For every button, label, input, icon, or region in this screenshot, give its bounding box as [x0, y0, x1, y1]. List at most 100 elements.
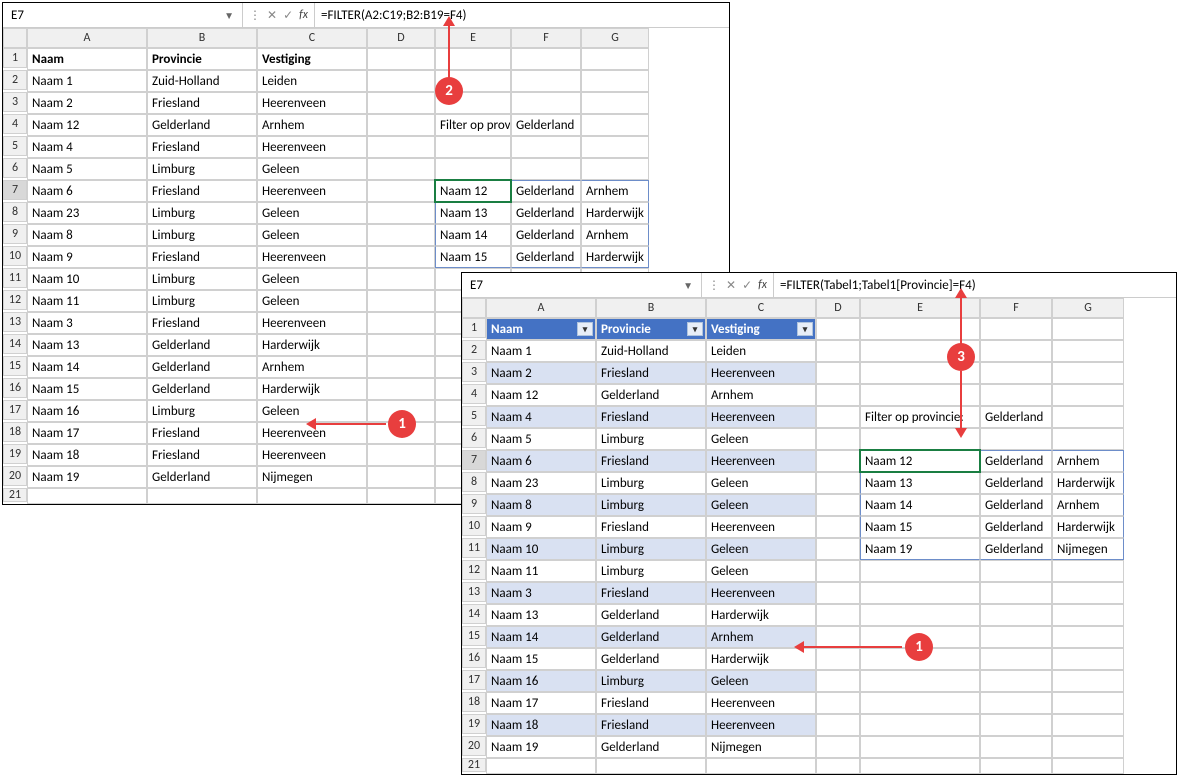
spreadsheet-grid[interactable]: ABCDEFG1Naam▾Provincie▾Vestiging▾2Naam 1…: [462, 298, 1176, 774]
row-header[interactable]: 11: [462, 538, 486, 558]
cell[interactable]: [435, 136, 511, 158]
cell[interactable]: Geleen: [706, 494, 816, 516]
cell[interactable]: [980, 560, 1052, 582]
cell[interactable]: Naam 1: [27, 70, 147, 92]
cell[interactable]: [980, 318, 1052, 340]
cell[interactable]: Gelderland: [511, 180, 581, 202]
cell[interactable]: Gelderland: [511, 202, 581, 224]
chevron-down-icon[interactable]: ▼: [683, 279, 693, 292]
cell[interactable]: Naam 17: [27, 422, 147, 444]
cell[interactable]: [816, 428, 860, 450]
cell[interactable]: Limburg: [147, 400, 257, 422]
column-header[interactable]: C: [257, 28, 367, 48]
cell[interactable]: Leiden: [257, 70, 367, 92]
cell[interactable]: Naam 10: [27, 268, 147, 290]
cell[interactable]: [816, 450, 860, 472]
cell[interactable]: Harderwijk: [1052, 516, 1124, 538]
cell[interactable]: Harderwijk: [706, 604, 816, 626]
column-header[interactable]: B: [147, 28, 257, 48]
cell[interactable]: Gelderland: [596, 736, 706, 758]
cell[interactable]: [367, 224, 435, 246]
cell[interactable]: Heerenveen: [257, 92, 367, 114]
cell[interactable]: Nijmegen: [257, 466, 367, 488]
cell[interactable]: Heerenveen: [706, 582, 816, 604]
cell[interactable]: Naam 6: [27, 180, 147, 202]
cell[interactable]: [581, 114, 649, 136]
cell[interactable]: Gelderland: [980, 516, 1052, 538]
cell[interactable]: Naam 8: [27, 224, 147, 246]
row-header[interactable]: 3: [462, 362, 486, 382]
cell[interactable]: Geleen: [706, 560, 816, 582]
row-header[interactable]: 21: [462, 758, 486, 772]
table-header[interactable]: Naam▾: [486, 318, 596, 340]
column-header[interactable]: F: [511, 28, 581, 48]
row-header[interactable]: 12: [462, 560, 486, 580]
fx-icon[interactable]: fx: [758, 278, 767, 292]
cell[interactable]: [980, 340, 1052, 362]
cell[interactable]: Naam 16: [27, 400, 147, 422]
row-header[interactable]: 11: [3, 268, 27, 288]
cell[interactable]: Friesland: [596, 450, 706, 472]
cell[interactable]: Zuid-Holland: [596, 340, 706, 362]
row-header[interactable]: 19: [462, 714, 486, 734]
row-header[interactable]: 15: [3, 356, 27, 376]
cell[interactable]: Geleen: [257, 224, 367, 246]
cell[interactable]: Gelderland: [596, 384, 706, 406]
row-header[interactable]: 10: [462, 516, 486, 536]
cell[interactable]: [1052, 626, 1124, 648]
cell[interactable]: Friesland: [147, 136, 257, 158]
cell[interactable]: [860, 758, 980, 774]
cell[interactable]: Geleen: [257, 158, 367, 180]
cell[interactable]: Gelderland: [511, 224, 581, 246]
cell[interactable]: Naam 4: [486, 406, 596, 428]
cell[interactable]: Limburg: [596, 428, 706, 450]
cell[interactable]: Naam 13: [435, 202, 511, 224]
cell[interactable]: Filter op provincie:: [860, 406, 980, 428]
row-header[interactable]: 12: [3, 290, 27, 310]
cell[interactable]: Naam 18: [27, 444, 147, 466]
row-header[interactable]: 6: [462, 428, 486, 448]
cell[interactable]: Gelderland: [596, 604, 706, 626]
row-header[interactable]: 20: [462, 736, 486, 756]
cell[interactable]: [860, 384, 980, 406]
cell[interactable]: [1052, 604, 1124, 626]
name-box[interactable]: E7 ▼: [462, 273, 702, 297]
cell[interactable]: [816, 692, 860, 714]
cell[interactable]: [706, 758, 816, 774]
cell[interactable]: Naam 14: [27, 356, 147, 378]
cell[interactable]: Limburg: [596, 538, 706, 560]
cell[interactable]: Limburg: [596, 560, 706, 582]
cell[interactable]: Nijmegen: [1052, 538, 1124, 560]
cell[interactable]: Heerenveen: [257, 246, 367, 268]
chevron-down-icon[interactable]: ▼: [224, 9, 234, 22]
row-header[interactable]: 2: [3, 70, 27, 90]
cell[interactable]: Heerenveen: [706, 516, 816, 538]
cell[interactable]: Heerenveen: [257, 444, 367, 466]
cell[interactable]: Heerenveen: [706, 714, 816, 736]
row-header[interactable]: 21: [3, 488, 27, 502]
cell[interactable]: [816, 560, 860, 582]
cell[interactable]: Harderwijk: [581, 202, 649, 224]
row-header[interactable]: 4: [462, 384, 486, 404]
cell[interactable]: [367, 180, 435, 202]
column-header[interactable]: D: [816, 298, 860, 318]
cell[interactable]: [816, 340, 860, 362]
cell[interactable]: [980, 626, 1052, 648]
cell[interactable]: [581, 92, 649, 114]
cell[interactable]: [860, 582, 980, 604]
cell[interactable]: [980, 384, 1052, 406]
cell[interactable]: Vestiging: [257, 48, 367, 70]
cell[interactable]: [511, 70, 581, 92]
cell[interactable]: [367, 466, 435, 488]
cell[interactable]: Friesland: [596, 582, 706, 604]
cell[interactable]: Naam 19: [27, 466, 147, 488]
row-header[interactable]: 13: [3, 312, 27, 332]
cell[interactable]: [581, 136, 649, 158]
cell[interactable]: Zuid-Holland: [147, 70, 257, 92]
filter-dropdown-icon[interactable]: ▾: [687, 322, 703, 336]
row-header[interactable]: 8: [462, 472, 486, 492]
cell[interactable]: [596, 758, 706, 774]
cell[interactable]: Naam 14: [860, 494, 980, 516]
row-header[interactable]: 7: [462, 450, 486, 470]
cell[interactable]: Geleen: [706, 428, 816, 450]
